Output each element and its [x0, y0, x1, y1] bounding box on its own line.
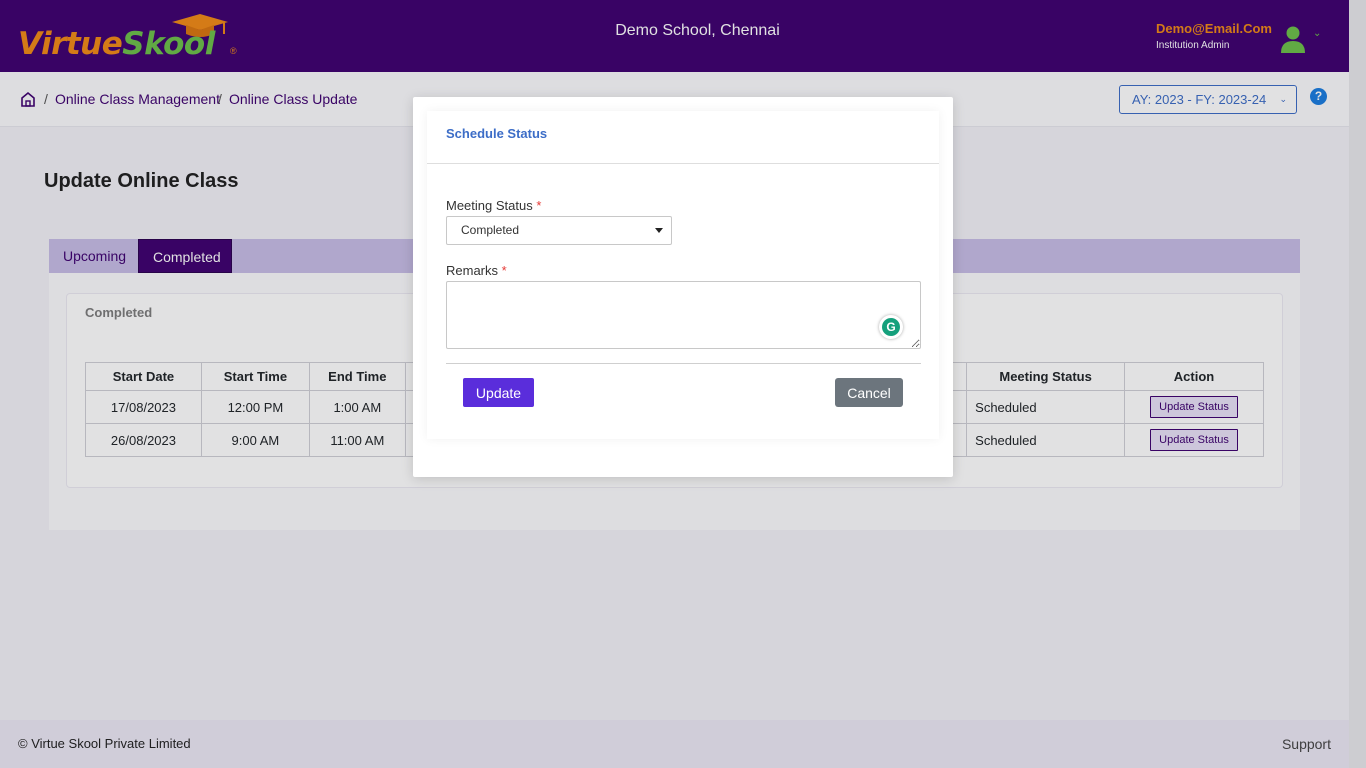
meeting-status-select[interactable]: Completed [446, 216, 672, 245]
schedule-status-modal: Schedule Status Meeting Status * Complet… [413, 97, 953, 477]
required-mark: * [501, 263, 507, 278]
grammarly-icon[interactable]: G [879, 315, 903, 339]
modal-content: Schedule Status Meeting Status * Complet… [427, 111, 939, 439]
required-mark: * [536, 198, 542, 213]
update-button[interactable]: Update [463, 378, 534, 407]
cancel-button[interactable]: Cancel [835, 378, 903, 407]
remarks-label: Remarks * [446, 263, 507, 278]
remarks-textarea[interactable] [446, 281, 921, 349]
modal-footer-divider [446, 363, 921, 364]
caret-down-icon [655, 228, 663, 233]
modal-title: Schedule Status [446, 126, 548, 141]
modal-header-divider [427, 163, 939, 164]
meeting-status-value: Completed [461, 223, 520, 237]
meeting-status-label: Meeting Status * [446, 198, 542, 213]
